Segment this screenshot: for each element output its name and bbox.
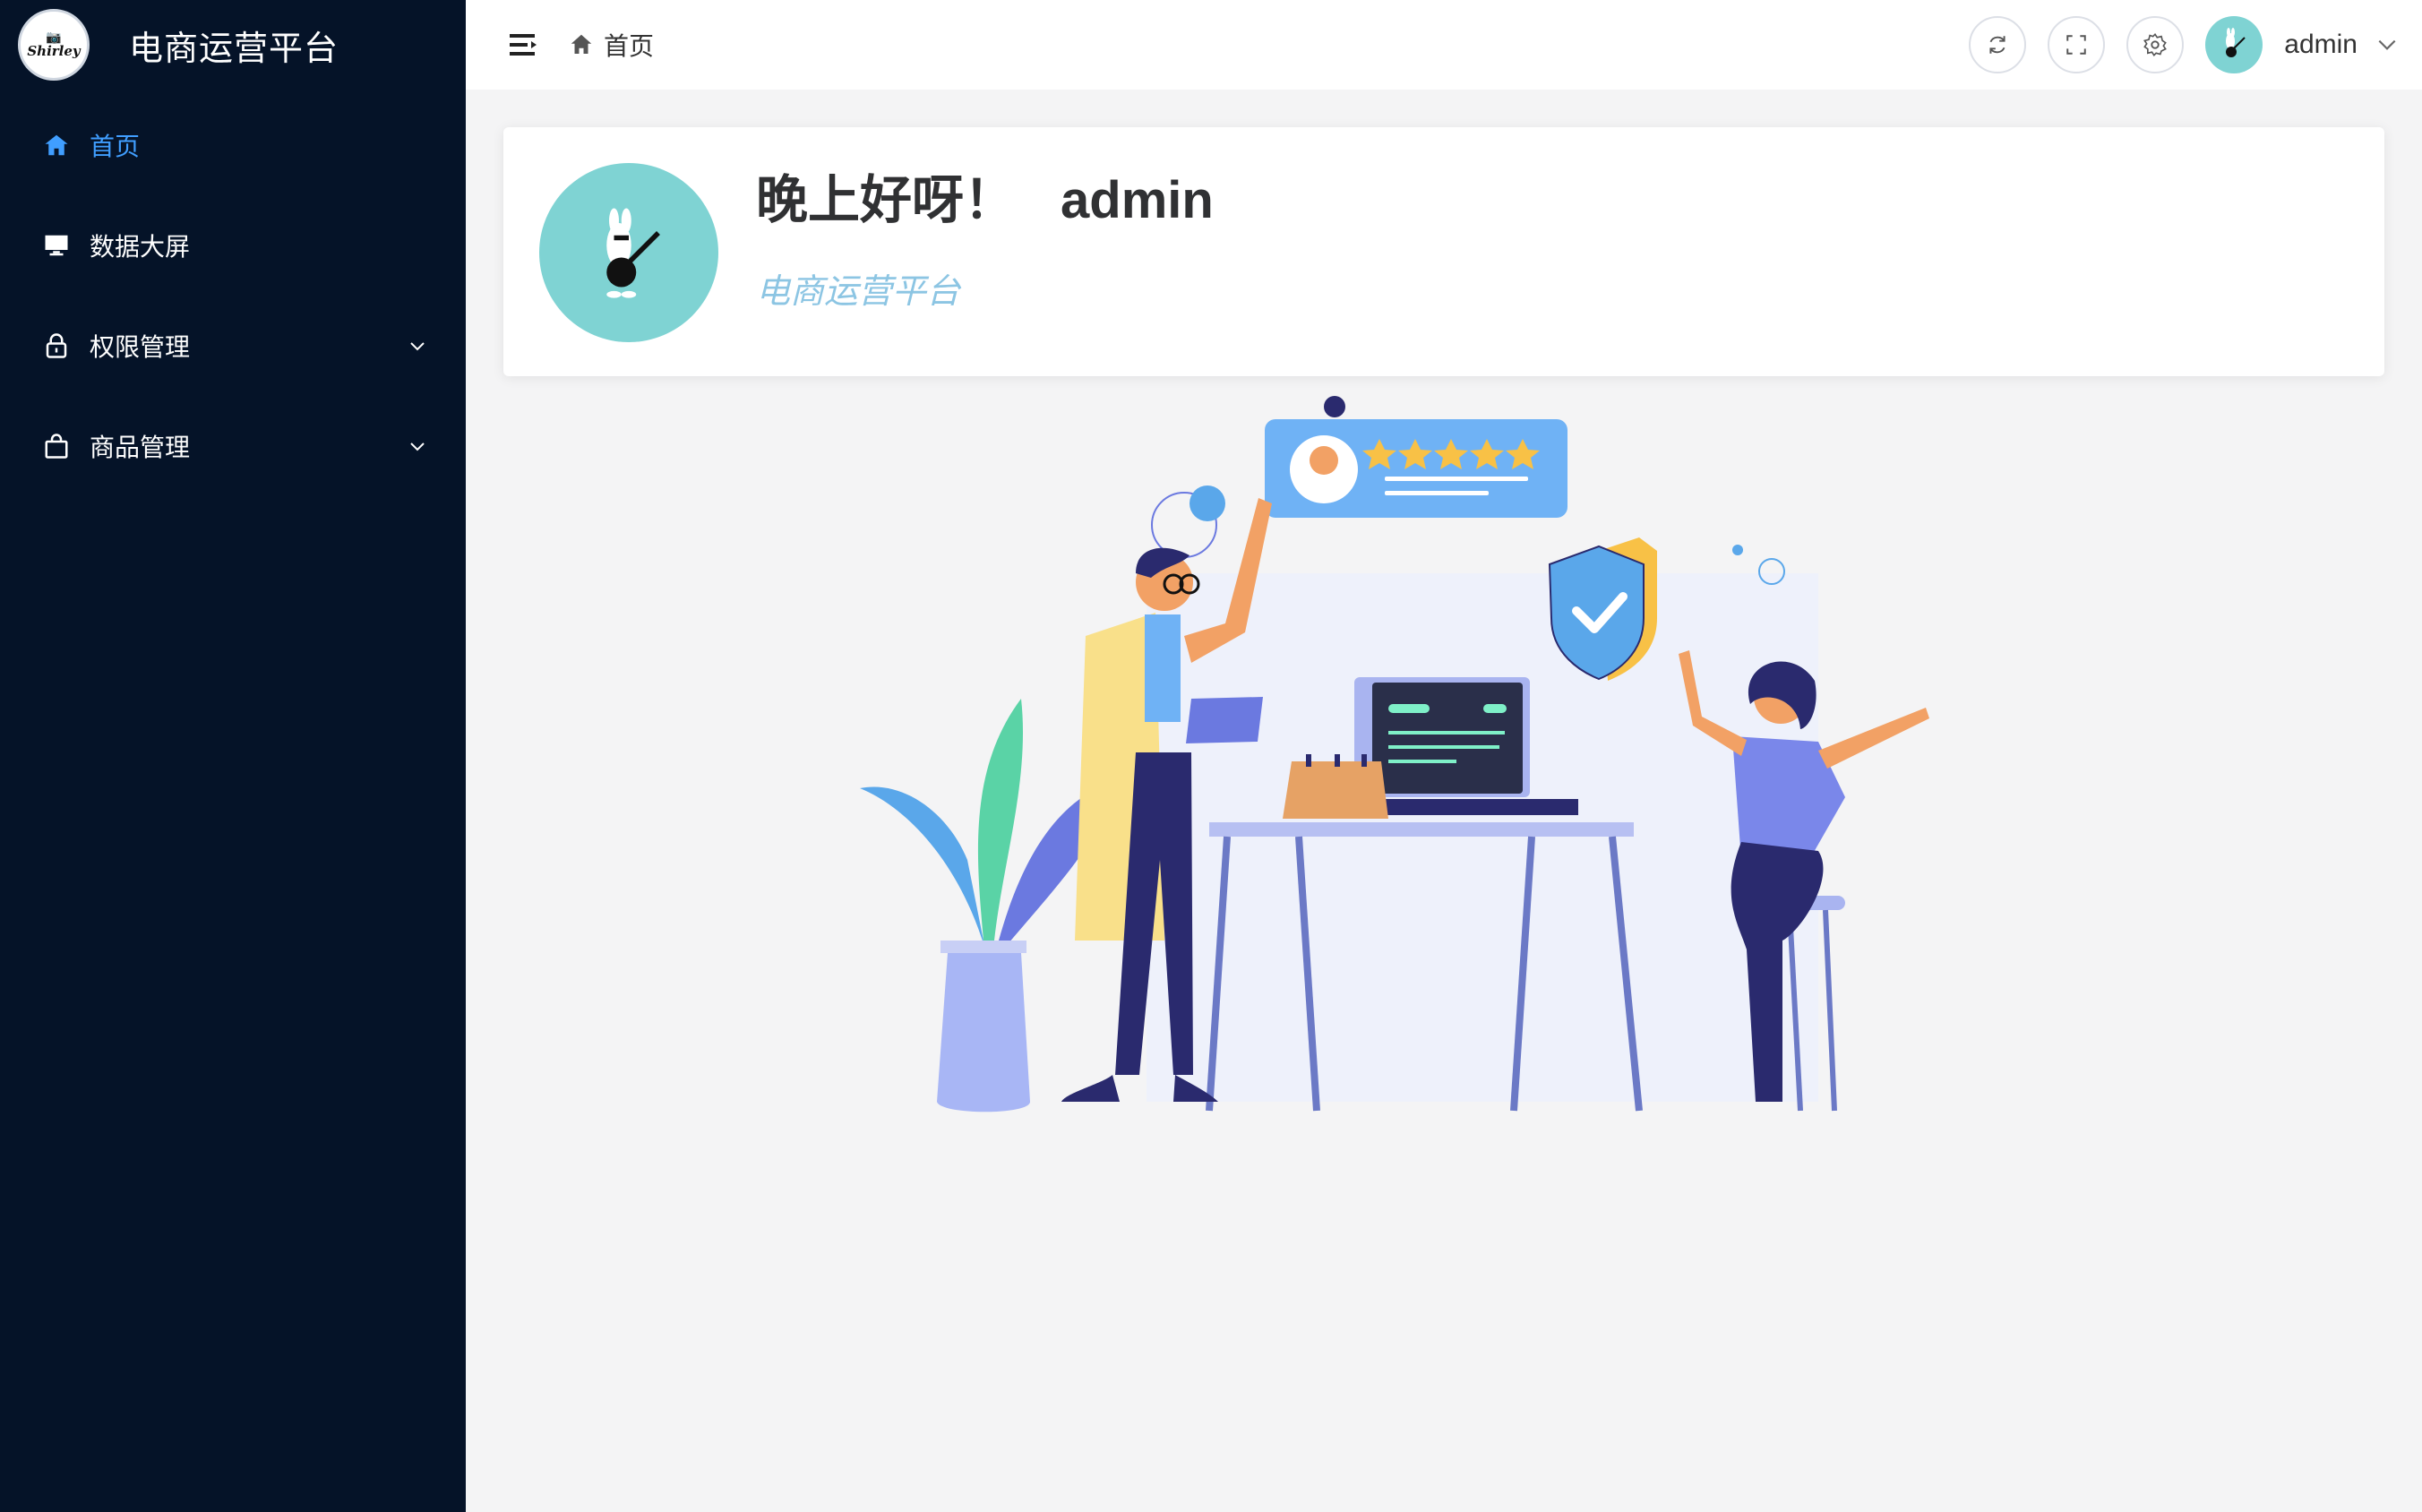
sidebar-item-data-screen[interactable]: 数据大屏 [0,195,466,296]
welcome-card: 晚上好呀！ admin 电商运营平台 [503,127,2384,376]
greeting-text: 晚上好呀！ [756,171,1017,229]
refresh-icon [1989,36,2005,54]
illustration-backdrop [1147,573,1818,1102]
home-icon [571,34,592,54]
breadcrumb: 首页 [568,27,654,63]
chevron-down-icon [2378,39,2396,50]
collapse-menu-button[interactable] [505,27,541,63]
fullscreen-button[interactable] [2048,16,2106,73]
user-menu[interactable]: admin [2205,16,2399,73]
greeting-username: admin [1061,171,1214,229]
menu-fold-icon [510,34,537,56]
sidebar-item-label: 权限管理 [90,333,191,361]
fullscreen-icon [2066,35,2087,55]
greeting-title: 晚上好呀！ admin [756,158,1214,233]
avatar [539,163,718,342]
sidebar-item-home[interactable]: 首页 [0,95,466,195]
sidebar-item-goods[interactable]: 商品管理 [0,396,466,496]
header-toolbar: admin [1947,16,2399,73]
camera-icon: 📷 [46,30,62,44]
brand[interactable]: 📷 Shirley 电商运营平台 [0,0,466,90]
breadcrumb-item[interactable]: 首页 [604,27,654,63]
rabbit-guitar-icon [606,208,660,298]
sidebar-menu: 首页 数据大屏 权限管理 商品管理 [0,95,466,496]
monitor-icon [41,230,72,261]
rabbit-guitar-icon [2226,28,2246,57]
chevron-down-icon [410,442,425,451]
logo-text: Shirley [27,43,81,59]
brand-title: 电商运营平台 [129,30,339,68]
chevron-down-icon [410,342,425,351]
platform-subtitle: 电商运营平台 [756,273,961,311]
sidebar-item-permission[interactable]: 权限管理 [0,296,466,396]
sidebar-item-label: 商品管理 [90,434,191,461]
avatar [2205,16,2263,73]
lock-icon [41,331,72,361]
settings-button[interactable] [2126,16,2185,73]
brand-logo: 📷 Shirley [18,9,90,81]
sidebar-item-label: 数据大屏 [90,233,191,261]
refresh-button[interactable] [1969,16,2027,73]
shopping-bag-icon [41,431,72,461]
settings-icon [2143,33,2168,56]
welcome-illustration [860,396,1929,1113]
sidebar: 📷 Shirley 电商运营平台 首页 数据大屏 权限管理 商品管理 [0,0,466,1512]
top-header: 首页 admin [466,0,2422,90]
home-icon [41,130,72,160]
sidebar-item-label: 首页 [90,133,141,160]
rating-card-illustration [1265,396,1567,518]
username: admin [2284,30,2358,59]
